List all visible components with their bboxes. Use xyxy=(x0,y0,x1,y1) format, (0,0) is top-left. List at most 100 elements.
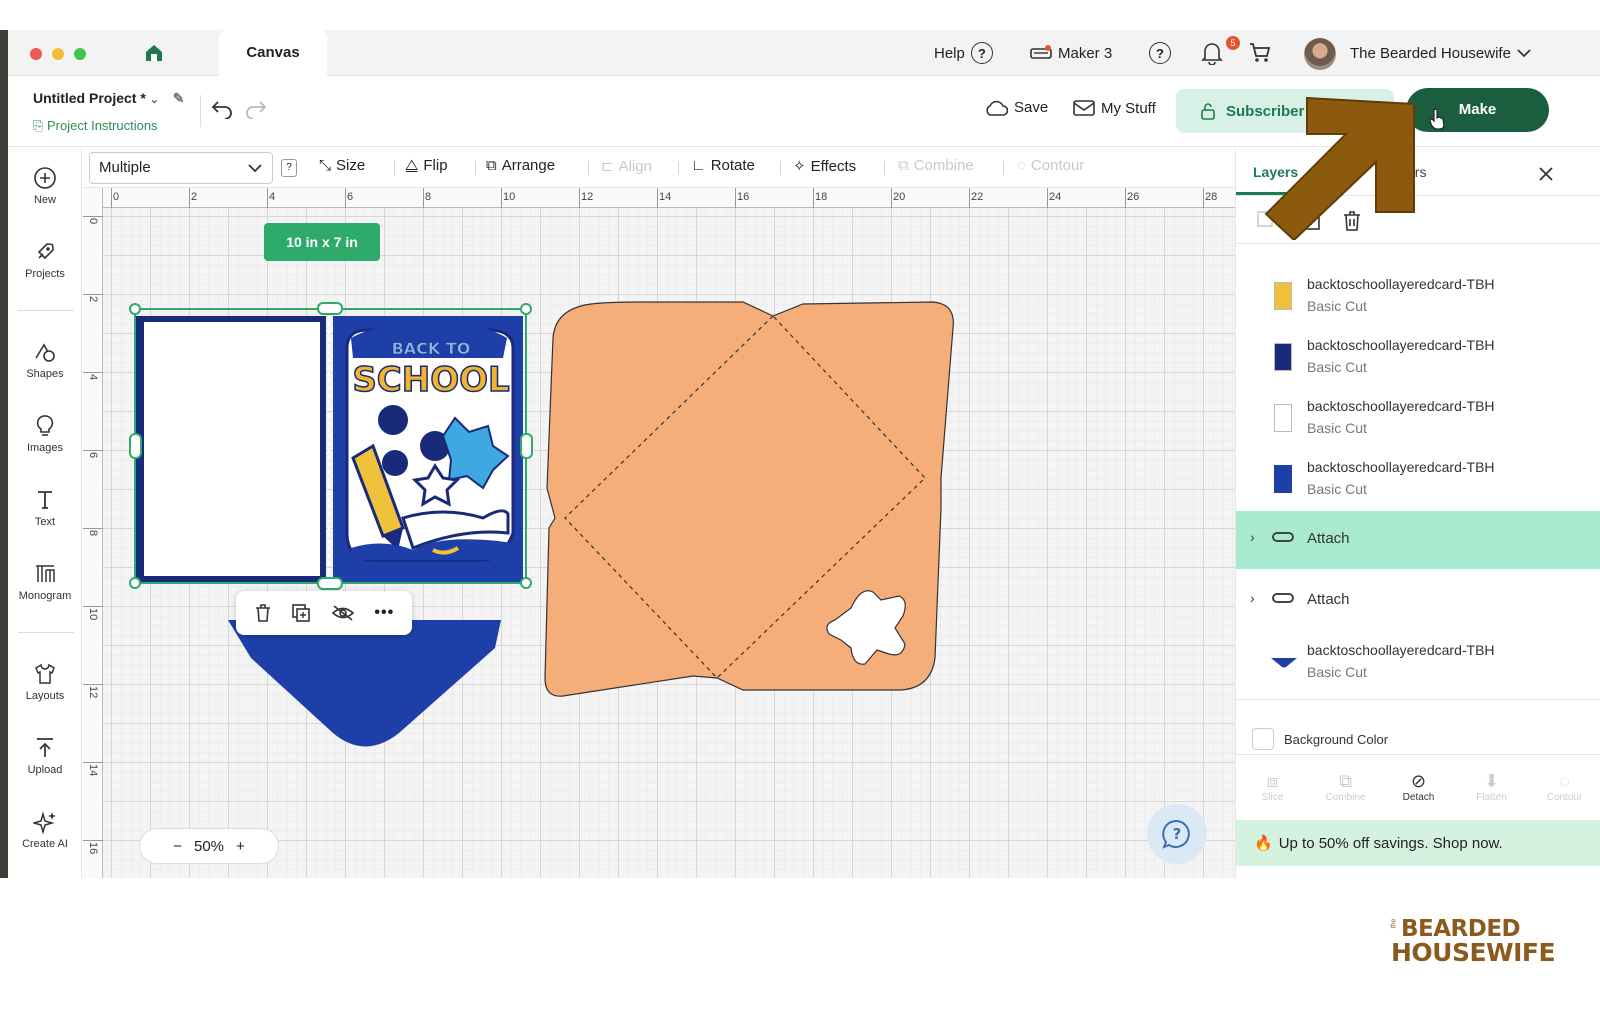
canvas-artwork: BACK TO SCHOOL xyxy=(129,301,954,747)
slice-button[interactable]: ⧈ Slice xyxy=(1243,771,1303,803)
user-avatar[interactable] xyxy=(1304,38,1336,70)
tab-canvas[interactable]: Canvas xyxy=(219,30,327,76)
layer-operation: Basic Cut xyxy=(1307,481,1367,497)
layer-row[interactable]: backtoschoollayeredcard-TBH Basic Cut xyxy=(1236,266,1600,327)
combine-button[interactable]: ⧉ Combine xyxy=(1316,771,1376,803)
combine-icon: ⧉ xyxy=(898,157,909,174)
flip-icon: ⧋ xyxy=(405,157,419,174)
size-tool[interactable]: ⤡ Size xyxy=(319,157,365,174)
sidebar-item-shapes[interactable]: Shapes xyxy=(8,340,82,380)
undo-icon[interactable] xyxy=(210,99,234,119)
maximize-window-button[interactable] xyxy=(74,48,86,60)
layer-row[interactable]: backtoschoollayeredcard-TBH Basic Cut xyxy=(1236,449,1600,510)
chevron-right-icon[interactable]: › xyxy=(1250,590,1255,606)
title-bar: Canvas Help ? Maker 3 ? 5 The Bearded Ho… xyxy=(8,30,1600,76)
sidebar-item-upload[interactable]: Upload xyxy=(8,736,82,776)
project-instructions-link[interactable]: ⎘ Project Instructions xyxy=(33,118,158,134)
save-label: Save xyxy=(1014,99,1049,116)
contour-button[interactable]: ◌ Contour xyxy=(1535,771,1595,803)
sidebar-item-new[interactable]: New xyxy=(8,166,82,206)
attach-group-selected[interactable]: › Attach xyxy=(1236,511,1600,569)
promo-banner[interactable]: 🔥 Up to 50% off savings. Shop now. xyxy=(1236,820,1600,866)
attach-group[interactable]: › Attach xyxy=(1236,572,1600,630)
rotate-tool[interactable]: ∟ Rotate xyxy=(691,157,755,174)
divider xyxy=(1236,699,1600,700)
attach-label: Attach xyxy=(1307,591,1350,608)
my-stuff-label: My Stuff xyxy=(1101,99,1156,117)
sidebar-item-projects[interactable]: Projects xyxy=(8,240,82,280)
effects-label: Effects xyxy=(810,157,857,175)
divider xyxy=(475,161,476,175)
flip-label: Flip xyxy=(423,157,448,174)
notification-badge: 5 xyxy=(1226,36,1240,50)
contour-icon: ◌ xyxy=(1017,157,1026,174)
combine-tool[interactable]: ⧉ Combine xyxy=(898,157,974,174)
sidebar-item-images[interactable]: Images xyxy=(8,414,82,454)
contour-tool[interactable]: ◌ Contour xyxy=(1017,157,1084,174)
sidebar-label: New xyxy=(33,194,56,206)
align-tool[interactable]: ⊏ Align xyxy=(601,157,652,176)
tab-layers[interactable]: Layers xyxy=(1253,164,1298,180)
hide-icon[interactable] xyxy=(331,604,355,622)
home-icon[interactable] xyxy=(144,43,164,63)
minimize-window-button[interactable] xyxy=(52,48,64,60)
help-chat-button[interactable]: ? xyxy=(1147,804,1207,864)
divider xyxy=(1236,754,1600,755)
operation-select[interactable]: Multiple xyxy=(89,152,273,184)
layer-row[interactable]: backtoschoollayeredcard-TBH Basic Cut xyxy=(1236,388,1600,449)
operation-help-button[interactable]: ? xyxy=(281,159,297,177)
redo-icon[interactable] xyxy=(244,99,268,119)
trash-icon[interactable] xyxy=(254,603,272,623)
project-title[interactable]: Untitled Project * ⌄ ✎ xyxy=(33,90,185,107)
help-menu[interactable]: Help ? xyxy=(934,40,993,66)
duplicate-icon[interactable] xyxy=(291,603,311,623)
arrange-tool[interactable]: ⧉ Arrange xyxy=(486,157,555,174)
sidebar-item-create-ai[interactable]: Create AI xyxy=(8,810,82,850)
lightbulb-icon xyxy=(36,415,54,436)
more-icon[interactable]: ••• xyxy=(374,604,394,622)
plus-circle-icon xyxy=(34,167,56,189)
my-stuff-button[interactable]: My Stuff xyxy=(1073,99,1156,117)
zoom-in-button[interactable]: + xyxy=(236,838,245,855)
svg-text:?: ? xyxy=(1173,825,1182,843)
background-color-row[interactable]: Background Color xyxy=(1252,728,1388,750)
chevron-down-icon: ⌄ xyxy=(149,94,159,106)
subscriber-label: Subscriber xyxy=(1226,102,1305,120)
add-layer-icon[interactable] xyxy=(1300,210,1322,232)
sidebar-item-monogram[interactable]: Monogram xyxy=(8,562,82,602)
save-button[interactable]: Save xyxy=(984,99,1048,116)
pocket-shape[interactable] xyxy=(228,620,501,747)
zoom-out-button[interactable]: − xyxy=(173,838,182,855)
flip-tool[interactable]: ⧋ Flip xyxy=(405,157,448,174)
layer-row[interactable]: backtoschoollayeredcard-TBH Basic Cut xyxy=(1236,632,1600,693)
layer-operation: Basic Cut xyxy=(1307,359,1367,375)
layer-name: backtoschoollayeredcard-TBH xyxy=(1307,398,1495,414)
machine-selector[interactable]: Maker 3 xyxy=(1030,40,1112,66)
pencil-icon[interactable]: ✎ xyxy=(173,90,185,106)
user-menu[interactable]: The Bearded Housewife xyxy=(1350,40,1531,66)
divider xyxy=(200,95,201,127)
trash-icon[interactable] xyxy=(1342,210,1362,232)
layer-row[interactable]: backtoschoollayeredcard-TBH Basic Cut xyxy=(1236,327,1600,388)
flatten-button[interactable]: ⬇ Flatten xyxy=(1462,771,1522,803)
document-icon: ⎘ xyxy=(33,118,48,133)
cart-icon[interactable] xyxy=(1248,42,1272,64)
attach-label: Attach xyxy=(1307,530,1350,547)
tab-colors[interactable]: Colors xyxy=(1386,164,1426,180)
design-canvas[interactable]: 0 2 4 6 8 10 12 14 16 18 20 22 24 26 28 0 2 4 6 8 10 12 14 16 … xyxy=(83,188,1235,878)
align-label: Align xyxy=(618,157,652,175)
group-icon[interactable] xyxy=(1256,210,1278,232)
detach-button[interactable]: ⊘ Detach xyxy=(1389,771,1449,803)
question-chat-icon[interactable]: ? xyxy=(1149,42,1171,64)
background-color-swatch[interactable] xyxy=(1252,728,1274,750)
slice-label: Slice xyxy=(1261,792,1284,803)
sidebar-item-layouts[interactable]: Layouts xyxy=(8,662,82,702)
sidebar-item-text[interactable]: Text xyxy=(8,488,82,528)
close-icon[interactable] xyxy=(1538,166,1554,182)
subscriber-button[interactable]: Subscriber xyxy=(1176,89,1394,133)
close-window-button[interactable] xyxy=(30,48,42,60)
layer-thumbnail xyxy=(1271,658,1297,668)
effects-tool[interactable]: ✧ Effects xyxy=(793,157,857,176)
chevron-right-icon[interactable]: › xyxy=(1250,529,1255,545)
bell-icon[interactable] xyxy=(1201,41,1223,65)
